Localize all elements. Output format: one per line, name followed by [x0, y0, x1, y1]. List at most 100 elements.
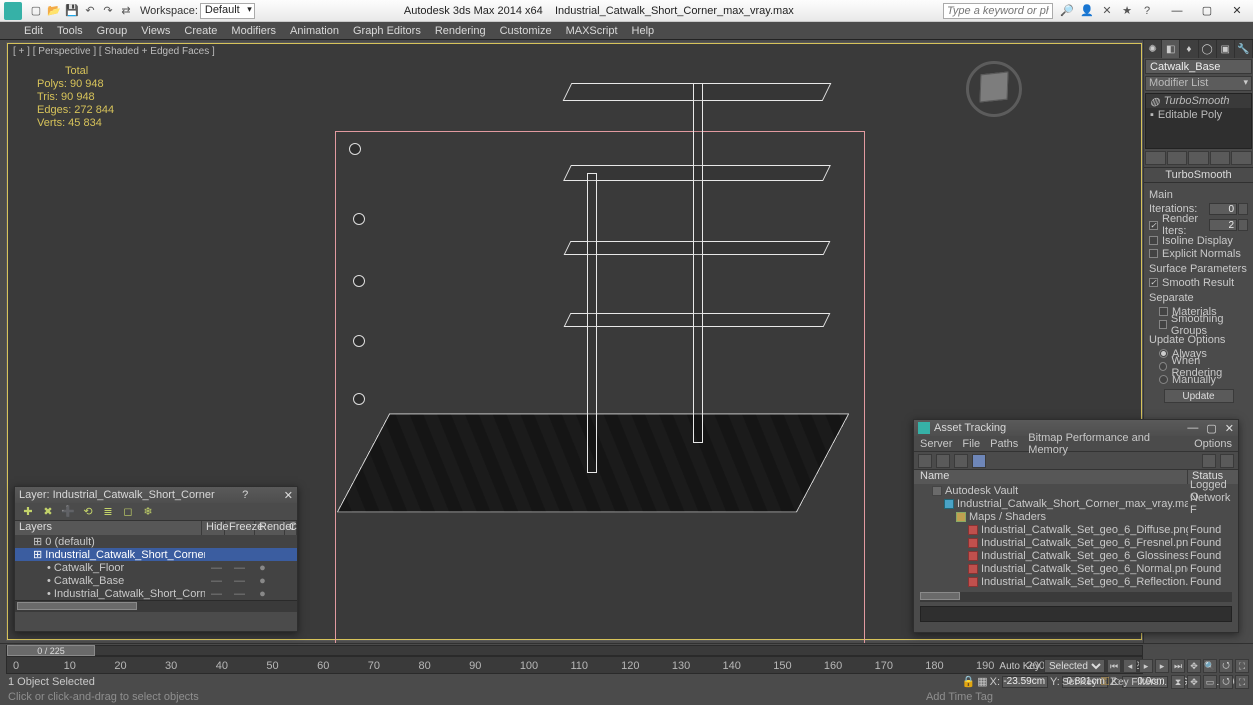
tab-create-icon[interactable]: ✺ — [1144, 40, 1162, 58]
layer-col-color[interactable]: C — [285, 521, 297, 535]
asset-row[interactable]: Industrial_Catwalk_Set_geo_6_Reflection.… — [914, 575, 1238, 588]
layer-add-sel-icon[interactable]: ➕ — [61, 505, 75, 519]
menu-customize[interactable]: Customize — [500, 25, 552, 37]
update-always-radio[interactable] — [1159, 349, 1168, 358]
asset-view2-icon[interactable] — [936, 454, 950, 468]
remove-modifier-icon[interactable] — [1210, 151, 1231, 165]
asset-menu-bitmap-performance-and-memory[interactable]: Bitmap Performance and Memory — [1028, 432, 1184, 456]
menu-graph-editors[interactable]: Graph Editors — [353, 25, 421, 37]
asset-tracking-dialog[interactable]: Asset Tracking — ▢ ✕ ServerFilePathsBitm… — [913, 419, 1239, 633]
qat-new-icon[interactable]: ▢ — [28, 3, 44, 19]
asset-options-icon[interactable] — [1220, 454, 1234, 468]
workspace-picker[interactable]: Default — [200, 3, 255, 19]
qat-redo-icon[interactable]: ↷ — [100, 3, 116, 19]
setkey-button[interactable]: Set Key — [1062, 677, 1097, 688]
layer-highlight-icon[interactable]: ≣ — [101, 505, 115, 519]
asset-row[interactable]: Industrial_Catwalk_Set_geo_6_Normal.pngF… — [914, 562, 1238, 575]
signin-icon[interactable]: 👤 — [1079, 3, 1095, 19]
layer-delete-icon[interactable]: ✖ — [41, 505, 55, 519]
menu-rendering[interactable]: Rendering — [435, 25, 486, 37]
nav-orbit2-icon[interactable]: ⭯ — [1219, 675, 1233, 689]
nav-pan-icon[interactable]: ✥ — [1187, 659, 1201, 673]
time-config-icon[interactable]: ⧗ — [1171, 675, 1185, 689]
layer-manager-dialog[interactable]: Layer: Industrial_Catwalk_Short_Corner ?… — [14, 486, 298, 632]
pin-stack-icon[interactable] — [1145, 151, 1166, 165]
maximize-button[interactable]: ▢ — [1195, 3, 1219, 19]
layer-row[interactable]: ⊞ Industrial_Catwalk_Short_Corner — [15, 548, 297, 561]
asset-col-name[interactable]: Name — [914, 470, 1188, 484]
layer-row[interactable]: • Catwalk_Base——● — [15, 574, 297, 587]
nav-pan2-icon[interactable]: ✥ — [1187, 675, 1201, 689]
menu-maxscript[interactable]: MAXScript — [566, 25, 618, 37]
explicit-normals-checkbox[interactable] — [1149, 249, 1158, 258]
layer-close-icon[interactable]: ✕ — [284, 489, 293, 502]
modifier-stack[interactable]: ◍TurboSmooth ▪Editable Poly — [1145, 93, 1252, 149]
nav-max2-icon[interactable]: ⛶ — [1235, 675, 1249, 689]
key-icon[interactable]: ⚿ — [1101, 676, 1109, 689]
separate-materials-checkbox[interactable] — [1159, 307, 1168, 316]
modifier-list-combo[interactable]: Modifier List — [1145, 76, 1252, 91]
autokey-button[interactable]: Auto Key — [999, 661, 1040, 672]
asset-maximize-icon[interactable]: ▢ — [1206, 422, 1216, 435]
separate-smgroups-checkbox[interactable] — [1159, 320, 1167, 329]
asset-row[interactable]: Industrial_Catwalk_Set_geo_6_Glossiness.… — [914, 549, 1238, 562]
tab-motion-icon[interactable]: ◯ — [1199, 40, 1217, 58]
smooth-result-checkbox[interactable] — [1149, 278, 1158, 287]
viewport-label[interactable]: [ + ] [ Perspective ] [ Shaded + Edged F… — [13, 46, 215, 57]
exchange-icon[interactable]: ✕ — [1099, 3, 1115, 19]
layer-row[interactable]: • Industrial_Catwalk_Short_Corner——● — [15, 587, 297, 600]
asset-command-input[interactable] — [920, 606, 1232, 622]
configure-sets-icon[interactable] — [1231, 151, 1252, 165]
viewcube[interactable] — [966, 61, 1022, 117]
goto-start-icon[interactable]: ⏮ — [1107, 659, 1121, 673]
asset-view4-icon[interactable] — [972, 454, 986, 468]
menu-views[interactable]: Views — [141, 25, 170, 37]
next-frame-icon[interactable]: ▸ — [1155, 659, 1169, 673]
add-time-tag[interactable]: Add Time Tag — [926, 691, 993, 703]
asset-menu-file[interactable]: File — [962, 438, 980, 450]
asset-close-icon[interactable]: ✕ — [1225, 422, 1234, 435]
menu-animation[interactable]: Animation — [290, 25, 339, 37]
update-rendering-radio[interactable] — [1159, 362, 1167, 371]
help-icon[interactable]: ? — [1139, 3, 1155, 19]
infocenter-search-input[interactable] — [943, 3, 1053, 19]
layer-new-icon[interactable]: ✚ — [21, 505, 35, 519]
minimize-button[interactable]: — — [1165, 3, 1189, 19]
layer-help-icon[interactable]: ? — [242, 489, 248, 501]
close-button[interactable]: ✕ — [1225, 3, 1249, 19]
asset-row[interactable]: Industrial_Catwalk_Set_geo_6_Diffuse.png… — [914, 523, 1238, 536]
asset-view1-icon[interactable] — [918, 454, 932, 468]
layer-col-freeze[interactable]: Freeze — [225, 521, 255, 535]
key-mode-select[interactable]: Selected — [1044, 659, 1105, 673]
make-unique-icon[interactable] — [1188, 151, 1209, 165]
qat-open-icon[interactable]: 📂 — [46, 3, 62, 19]
tab-utilities-icon[interactable]: 🔧 — [1235, 40, 1253, 58]
nav-zoom-icon[interactable]: 🔍 — [1203, 659, 1217, 673]
asset-scrollbar[interactable] — [920, 592, 1232, 602]
layer-row[interactable]: • Catwalk_Floor——● — [15, 561, 297, 574]
time-slider-thumb[interactable]: 0 / 225 — [7, 645, 95, 656]
isoline-checkbox[interactable] — [1149, 236, 1158, 245]
menu-group[interactable]: Group — [97, 25, 128, 37]
favorite-icon[interactable]: ★ — [1119, 3, 1135, 19]
tab-hierarchy-icon[interactable]: ♦ — [1180, 40, 1198, 58]
goto-end-icon[interactable]: ⏭ — [1171, 659, 1185, 673]
layer-col-render[interactable]: Render — [255, 521, 285, 535]
menu-create[interactable]: Create — [184, 25, 217, 37]
qat-undo-icon[interactable]: ↶ — [82, 3, 98, 19]
asset-view3-icon[interactable] — [954, 454, 968, 468]
prev-frame-icon[interactable]: ◂ — [1123, 659, 1137, 673]
asset-menu-paths[interactable]: Paths — [990, 438, 1018, 450]
layer-col-name[interactable]: Layers — [15, 521, 202, 535]
render-iters-checkbox[interactable] — [1149, 221, 1158, 230]
play-icon[interactable]: ▸ — [1139, 659, 1153, 673]
render-iters-spinner[interactable]: Render Iters: — [1149, 218, 1248, 232]
asset-menu-options[interactable]: Options — [1194, 438, 1232, 450]
layer-col-hide[interactable]: Hide — [202, 521, 225, 535]
layer-hide-icon[interactable]: ◻ — [121, 505, 135, 519]
asset-row[interactable]: Industrial_Catwalk_Set_geo_6_Fresnel.png… — [914, 536, 1238, 549]
asset-menu-server[interactable]: Server — [920, 438, 952, 450]
time-ruler[interactable]: 0102030405060708090100110120130140150160… — [6, 656, 1143, 674]
layer-freeze-icon[interactable]: ❄ — [141, 505, 155, 519]
rollout-turbosmooth-title[interactable]: TurboSmooth — [1144, 167, 1253, 183]
